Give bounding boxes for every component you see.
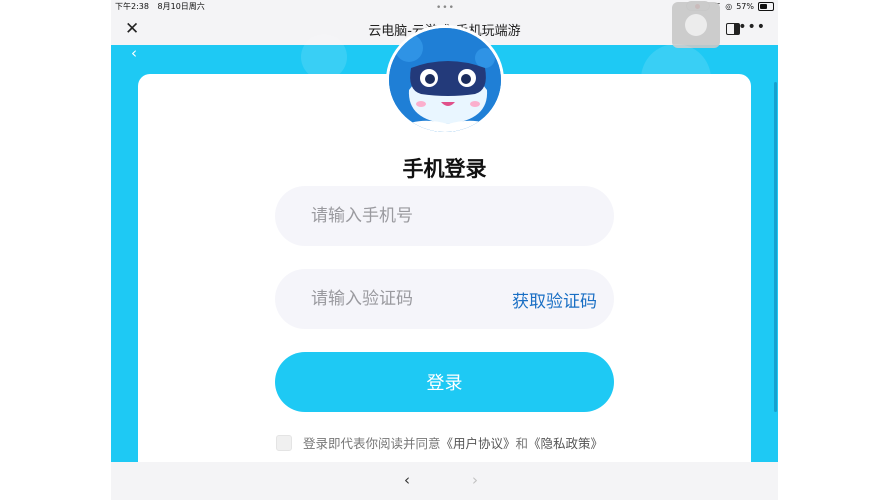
back-arrow-icon[interactable]: ‹ [131,44,137,62]
date-text: 8月10日周六 [157,2,205,11]
user-agreement-link[interactable]: 《用户协议》 [441,433,516,452]
close-icon[interactable]: ✕ [125,19,139,39]
bottom-area: ‹ › [111,462,778,500]
agreement-text: 登录即代表你阅读并同意 [303,436,441,451]
login-button[interactable]: 登录 [275,352,614,412]
agreement-checkbox[interactable] [276,434,292,451]
scrollbar[interactable] [774,82,777,412]
time-text: 下午2:38 [115,2,149,11]
get-code-button[interactable]: 获取验证码 [512,287,597,312]
tablet-screen: 下午2:38 8月10日周六 ••• ⌔ ◎ 57% ✕ 云电脑-云游戏-手机玩… [111,0,778,500]
status-time: 下午2:38 8月10日周六 [115,1,205,12]
login-title: 手机登录 [402,157,487,181]
and-text: 和 [515,436,529,451]
lock-rotation-icon: ◎ [725,1,733,11]
mascot-avatar [386,25,504,135]
more-icon[interactable]: ••• [738,19,766,35]
battery-icon [758,1,774,11]
nav-forward-icon[interactable]: › [472,471,478,489]
code-field[interactable]: 获取验证码 [275,269,614,329]
code-input[interactable] [309,288,503,310]
privacy-policy-link[interactable]: 《隐私政策》 [528,433,603,452]
multitask-dots-icon[interactable]: ••• [436,3,455,13]
phone-field[interactable] [275,186,614,246]
agreement-row: 登录即代表你阅读并同意 《用户协议》 和 《隐私政策》 [276,433,603,452]
assistive-touch-button[interactable] [672,2,720,48]
battery-percent: 57% [736,1,754,11]
phone-input[interactable] [309,205,503,227]
browser-bottombar: ‹ › [111,462,778,500]
nav-back-icon[interactable]: ‹ [404,471,410,489]
